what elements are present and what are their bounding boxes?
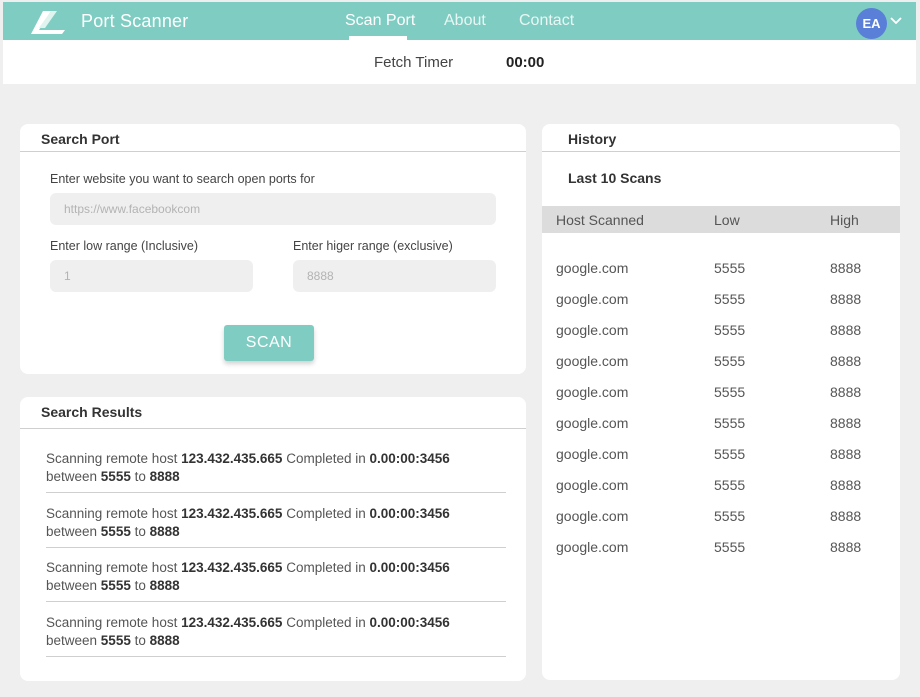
cell-host: google.com (556, 322, 629, 338)
result-high: 8888 (149, 578, 180, 593)
high-range-input[interactable] (293, 260, 496, 292)
app-brand[interactable]: Port Scanner (81, 11, 188, 32)
result-high: 8888 (149, 469, 180, 484)
result-time: 0.00:00:3456 (369, 615, 450, 630)
cell-high: 8888 (830, 477, 862, 493)
result-low: 5555 (100, 524, 131, 539)
scan-button[interactable]: SCAN (224, 325, 314, 361)
table-row: google.com 5555 8888 (542, 477, 900, 497)
cell-low: 5555 (714, 353, 746, 369)
table-row: google.com 5555 8888 (542, 260, 900, 280)
low-range-label: Enter low range (Inclusive) (50, 239, 198, 253)
result-host: 123.432.435.665 (181, 615, 283, 630)
result-item: Scanning remote host 123.432.435.665 Com… (46, 559, 506, 602)
result-host: 123.432.435.665 (181, 451, 283, 466)
table-row: google.com 5555 8888 (542, 353, 900, 373)
result-low: 5555 (100, 633, 131, 648)
user-avatar[interactable]: EA (856, 8, 887, 39)
history-table-header: Host Scanned Low High (542, 206, 900, 233)
search-port-card: Search Port Enter website you want to se… (20, 124, 526, 374)
cell-host: google.com (556, 477, 629, 493)
result-high: 8888 (149, 524, 180, 539)
cell-low: 5555 (714, 446, 746, 462)
fetch-timer-bar: Fetch Timer 00:00 (3, 40, 916, 84)
chevron-down-icon[interactable] (889, 16, 903, 26)
nav-contact[interactable]: Contact (519, 12, 574, 30)
high-range-label: Enter higer range (exclusive) (293, 239, 453, 253)
result-time: 0.00:00:3456 (369, 560, 450, 575)
cell-high: 8888 (830, 446, 862, 462)
fetch-timer-label: Fetch Timer (374, 54, 454, 71)
search-port-title: Search Port (41, 131, 120, 147)
cell-high: 8888 (830, 291, 862, 307)
result-low: 5555 (100, 469, 131, 484)
cell-low: 5555 (714, 384, 746, 400)
result-item: Scanning remote host 123.432.435.665 Com… (46, 505, 506, 548)
table-row: google.com 5555 8888 (542, 415, 900, 435)
cell-host: google.com (556, 446, 629, 462)
nav-about[interactable]: About (444, 12, 486, 30)
divider (20, 428, 526, 429)
cell-host: google.com (556, 415, 629, 431)
result-time: 0.00:00:3456 (369, 506, 450, 521)
cell-high: 8888 (830, 539, 862, 555)
cell-host: google.com (556, 508, 629, 524)
history-title: History (568, 131, 617, 147)
cell-high: 8888 (830, 508, 862, 524)
col-low: Low (714, 212, 740, 228)
website-label: Enter website you want to search open po… (50, 172, 315, 186)
result-item: Scanning remote host 123.432.435.665 Com… (46, 450, 506, 493)
cell-host: google.com (556, 353, 629, 369)
history-card: History Last 10 Scans Host Scanned Low H… (542, 124, 900, 680)
cell-low: 5555 (714, 508, 746, 524)
cell-high: 8888 (830, 260, 862, 276)
last-scans-subtitle: Last 10 Scans (568, 170, 662, 186)
fetch-timer-value: 00:00 (506, 54, 545, 71)
result-high: 8888 (149, 633, 180, 648)
cell-high: 8888 (830, 353, 862, 369)
cell-host: google.com (556, 291, 629, 307)
logo-icon[interactable] (29, 9, 71, 35)
nav-scan-port[interactable]: Scan Port (345, 12, 415, 30)
cell-low: 5555 (714, 260, 746, 276)
col-high: High (830, 212, 859, 228)
divider (20, 151, 526, 152)
table-row: google.com 5555 8888 (542, 446, 900, 466)
table-row: google.com 5555 8888 (542, 322, 900, 342)
result-time: 0.00:00:3456 (369, 451, 450, 466)
cell-high: 8888 (830, 322, 862, 338)
result-low: 5555 (100, 578, 131, 593)
cell-low: 5555 (714, 322, 746, 338)
result-host: 123.432.435.665 (181, 560, 283, 575)
search-results-card: Search Results Scanning remote host 123.… (20, 397, 526, 681)
result-host: 123.432.435.665 (181, 506, 283, 521)
cell-low: 5555 (714, 291, 746, 307)
cell-host: google.com (556, 539, 629, 555)
cell-host: google.com (556, 260, 629, 276)
table-row: google.com 5555 8888 (542, 539, 900, 559)
cell-low: 5555 (714, 477, 746, 493)
cell-low: 5555 (714, 539, 746, 555)
cell-host: google.com (556, 384, 629, 400)
top-navbar: Port Scanner Scan Port About Contact EA (3, 2, 916, 40)
divider (542, 151, 900, 152)
website-input[interactable] (50, 193, 496, 225)
table-row: google.com 5555 8888 (542, 508, 900, 528)
low-range-input[interactable] (50, 260, 253, 292)
cell-high: 8888 (830, 415, 862, 431)
search-results-title: Search Results (41, 404, 143, 420)
table-row: google.com 5555 8888 (542, 384, 900, 404)
cell-low: 5555 (714, 415, 746, 431)
result-item: Scanning remote host 123.432.435.665 Com… (46, 614, 506, 657)
col-host-scanned: Host Scanned (556, 212, 644, 228)
table-row: google.com 5555 8888 (542, 291, 900, 311)
cell-high: 8888 (830, 384, 862, 400)
